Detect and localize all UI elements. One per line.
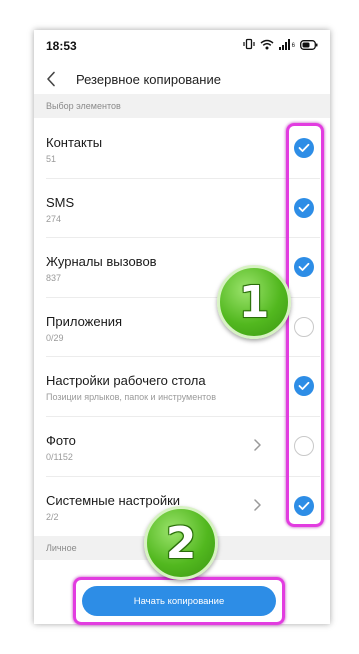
item-title: Приложения: [46, 313, 123, 329]
status-icons: 6: [243, 37, 318, 55]
status-time: 18:53: [46, 39, 77, 53]
item-title: SMS: [46, 194, 75, 210]
item-subtitle: 51: [46, 154, 57, 164]
chevron-right-icon: [252, 438, 262, 452]
vibrate-icon: [243, 37, 255, 55]
item-title: Системные настройки: [46, 492, 181, 508]
item-subtitle: 2/2: [46, 511, 59, 522]
item-title: Контакты: [46, 135, 103, 150]
checkbox-column-highlight: [286, 123, 324, 527]
section-header-items: Выбор элементов: [34, 94, 330, 118]
page-title: Резервное копирование: [76, 71, 221, 87]
chevron-right-icon: [252, 498, 262, 512]
item-title: Журналы вызовов: [46, 254, 157, 270]
item-title: Фото: [46, 432, 76, 448]
item-subtitle: Позиции ярлыков, папок и инструментов: [46, 392, 216, 403]
item-subtitle: 837: [46, 273, 62, 284]
item-title: Настройки рабочего стола: [46, 373, 206, 389]
status-bar: 18:53 6: [34, 30, 330, 62]
signal-label: 6: [291, 43, 295, 49]
signal-icon: [278, 37, 291, 55]
wifi-icon: [260, 37, 274, 55]
battery-icon: [300, 37, 318, 55]
header: Резервное копирование: [34, 62, 330, 96]
step-badge-2: 2: [144, 506, 218, 580]
step-badge-1: 1: [217, 265, 291, 339]
item-subtitle: 274: [46, 213, 62, 224]
start-button-highlight: [73, 577, 285, 625]
item-subtitle: 0/29: [46, 332, 64, 343]
item-subtitle: 0/1152: [46, 451, 73, 462]
back-arrow-icon[interactable]: [46, 70, 60, 88]
